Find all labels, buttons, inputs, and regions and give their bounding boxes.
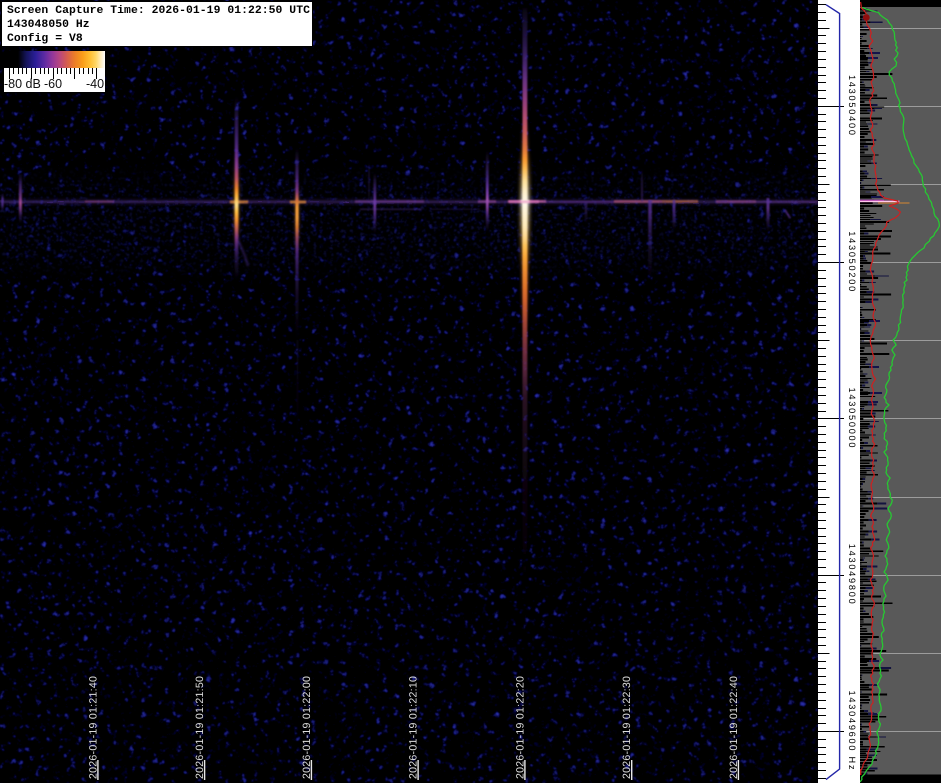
svg-text:143050200: 143050200 <box>847 231 857 293</box>
svg-text:143049800: 143049800 <box>847 544 857 606</box>
svg-text:2026-01-19 01:21:50: 2026-01-19 01:21:50 <box>194 676 206 779</box>
svg-text:2026-01-19 01:22:10: 2026-01-19 01:22:10 <box>408 676 420 779</box>
svg-text:2026-01-19 01:22:30: 2026-01-19 01:22:30 <box>621 676 633 779</box>
svg-text:143049600 Hz: 143049600 Hz <box>847 691 857 772</box>
svg-text:2026-01-19 01:21:40: 2026-01-19 01:21:40 <box>87 676 99 779</box>
svg-text:2026-01-19 01:22:20: 2026-01-19 01:22:20 <box>514 676 526 779</box>
svg-text:2026-01-19 01:22:00: 2026-01-19 01:22:00 <box>301 676 313 779</box>
svg-text:2026-01-19 01:22:40: 2026-01-19 01:22:40 <box>728 676 740 779</box>
svg-text:143050000: 143050000 <box>847 388 857 450</box>
svg-text:143050400: 143050400 <box>847 75 857 137</box>
